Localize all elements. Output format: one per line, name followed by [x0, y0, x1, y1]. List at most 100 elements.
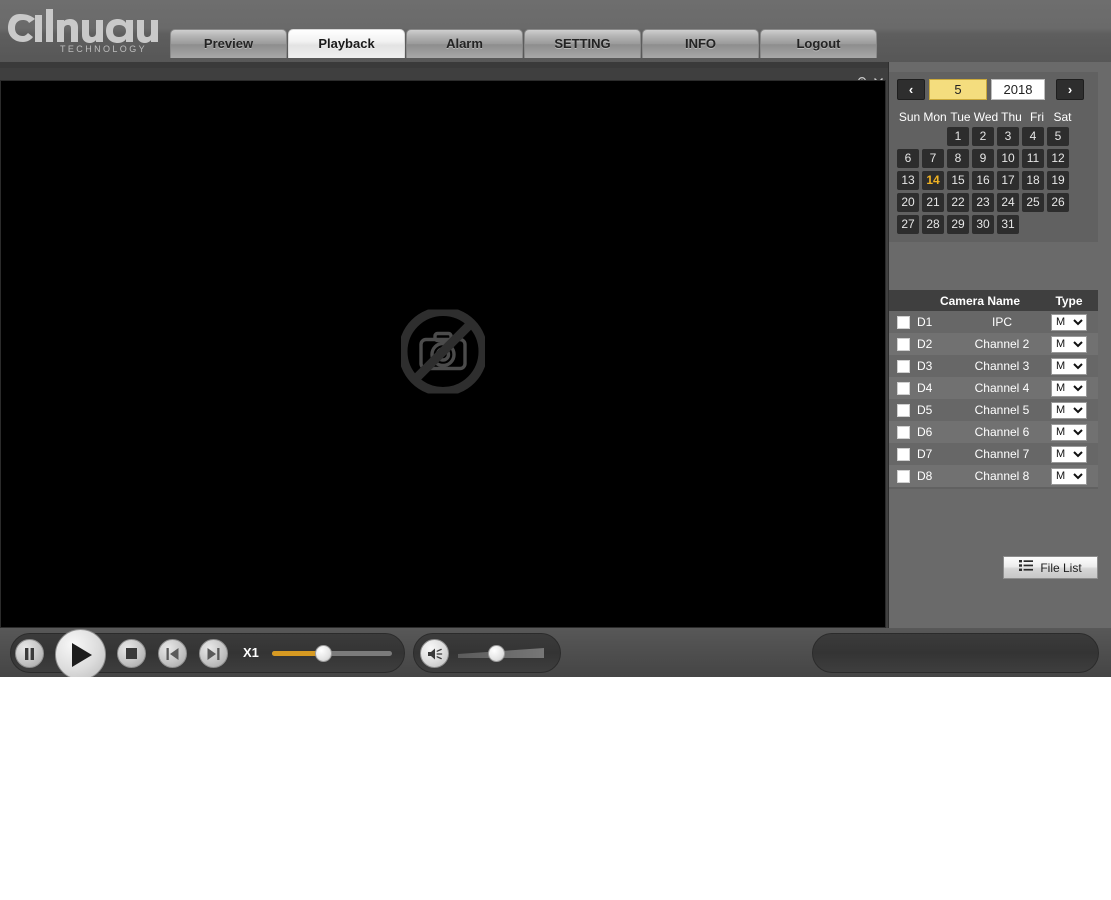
camera-checkbox-d5[interactable] — [896, 403, 910, 417]
calendar-empty-cell — [897, 127, 919, 146]
tab-preview[interactable]: Preview — [170, 29, 287, 58]
camera-type-select-d6[interactable]: M — [1051, 423, 1087, 441]
camera-checkbox-d1[interactable] — [896, 315, 910, 329]
calendar-weekday-sun: Sun — [898, 110, 921, 124]
calendar-day[interactable]: 26 — [1047, 193, 1069, 212]
calendar-day[interactable]: 25 — [1022, 193, 1044, 212]
calendar-day[interactable]: 10 — [997, 149, 1019, 168]
calendar-weekday-fri: Fri — [1030, 110, 1044, 124]
camera-checkbox-d3[interactable] — [896, 359, 910, 373]
camera-name: IPC — [991, 315, 1012, 329]
tab-logout[interactable]: Logout — [760, 29, 877, 58]
calendar-day[interactable]: 29 — [947, 215, 969, 234]
calendar-day[interactable]: 23 — [972, 193, 994, 212]
camera-header-type: Type — [1055, 293, 1083, 308]
calendar-day[interactable]: 15 — [947, 171, 969, 190]
camera-checkbox-cell — [889, 337, 917, 351]
calendar-day[interactable]: 5 — [1047, 127, 1069, 146]
camera-type-select-d3[interactable]: M — [1051, 357, 1087, 375]
camera-checkbox-d4[interactable] — [896, 381, 910, 395]
camera-type-select-d1[interactable]: M — [1051, 313, 1087, 331]
calendar-day[interactable]: 30 — [972, 215, 994, 234]
calendar-week-row: 13 14 15 16 17 18 19 — [897, 171, 1092, 190]
camera-name: Channel 5 — [974, 403, 1030, 417]
calendar-day[interactable]: 17 — [997, 171, 1019, 190]
calendar-day[interactable]: 7 — [922, 149, 944, 168]
calendar-week-row: 27 28 29 30 31 — [897, 215, 1092, 234]
camera-list-header: Camera Name Type — [889, 290, 1098, 311]
camera-name: Channel 3 — [974, 359, 1030, 373]
camera-type-select-d4[interactable]: M — [1051, 379, 1087, 397]
calendar-day[interactable]: 31 — [997, 215, 1019, 234]
calendar-day[interactable]: 20 — [897, 193, 919, 212]
calendar-day[interactable]: 19 — [1047, 171, 1069, 190]
camera-name: Channel 4 — [974, 381, 1030, 395]
calendar-day-selected[interactable]: 14 — [922, 171, 944, 190]
volume-slider-knob[interactable] — [488, 645, 505, 662]
calendar-day[interactable]: 27 — [897, 215, 919, 234]
calendar-day[interactable]: 21 — [922, 193, 944, 212]
calendar-day[interactable]: 18 — [1022, 171, 1044, 190]
camera-type-select-d7[interactable]: M — [1051, 445, 1087, 463]
camera-type-select-d2[interactable]: M — [1051, 335, 1087, 353]
calendar-weekday-header: Sun Mon Tue Wed Thu Fri Sat — [897, 110, 1092, 124]
camera-name: Channel 2 — [974, 337, 1030, 351]
calendar-day[interactable]: 11 — [1022, 149, 1044, 168]
calendar-day[interactable]: 12 — [1047, 149, 1069, 168]
pause-button[interactable] — [15, 639, 44, 668]
playback-speed-slider-track[interactable] — [272, 651, 392, 656]
calendar-day[interactable]: 3 — [997, 127, 1019, 146]
calendar-widget: ‹ 5 2018 › Sun Mon Tue Wed Thu Fri Sat 1234567… — [889, 72, 1098, 242]
volume-button[interactable] — [420, 639, 449, 668]
calendar-weekday-mon: Mon — [923, 110, 947, 124]
camera-checkbox-cell — [889, 359, 917, 373]
camera-checkbox-d8[interactable] — [896, 469, 910, 483]
calendar-day[interactable]: 22 — [947, 193, 969, 212]
camera-row: D2 Channel 2 M — [889, 333, 1098, 355]
calendar-day[interactable]: 9 — [972, 149, 994, 168]
calendar-day[interactable]: 13 — [897, 171, 919, 190]
camera-row: D4 Channel 4 M — [889, 377, 1098, 399]
camera-checkbox-cell — [889, 403, 917, 417]
camera-type-cell: M — [1043, 467, 1095, 485]
camera-type-select-d8[interactable]: M — [1051, 467, 1087, 485]
calendar-day[interactable]: 28 — [922, 215, 944, 234]
calendar-empty-cell — [1047, 215, 1069, 234]
calendar-day[interactable]: 24 — [997, 193, 1019, 212]
playback-speed-slider-knob[interactable] — [315, 645, 332, 662]
next-frame-button[interactable] — [199, 639, 228, 668]
camera-row: D1 IPC M — [889, 311, 1098, 333]
camera-row: D3 Channel 3 M — [889, 355, 1098, 377]
camera-type-cell: M — [1043, 357, 1095, 375]
calendar-day[interactable]: 16 — [972, 171, 994, 190]
calendar-day[interactable]: 8 — [947, 149, 969, 168]
calendar-day[interactable]: 6 — [897, 149, 919, 168]
tab-alarm[interactable]: Alarm — [406, 29, 523, 58]
calendar-empty-cell — [1022, 215, 1044, 234]
camera-list: Camera Name Type D1 IPC M D2 Channel 2 M D3 Cha… — [889, 290, 1098, 489]
calendar-prev-button[interactable]: ‹ — [897, 78, 925, 100]
tab-info[interactable]: INFO — [642, 29, 759, 58]
file-list-button[interactable]: File List — [1003, 556, 1098, 579]
calendar-day[interactable]: 1 — [947, 127, 969, 146]
calendar-year-field[interactable]: 2018 — [991, 78, 1045, 100]
camera-checkbox-d6[interactable] — [896, 425, 910, 439]
play-button[interactable] — [55, 629, 106, 680]
file-list-label: File List — [1040, 560, 1082, 575]
camera-type-cell: M — [1043, 379, 1095, 397]
tab-playback[interactable]: Playback — [288, 29, 405, 58]
stop-button[interactable] — [117, 639, 146, 668]
tab-setting[interactable]: SETTING — [524, 29, 641, 58]
video-canvas[interactable] — [0, 80, 886, 628]
camera-type-cell: M — [1043, 401, 1095, 419]
camera-type-select-d5[interactable]: M — [1051, 401, 1087, 419]
camera-checkbox-d7[interactable] — [896, 447, 910, 461]
previous-frame-button[interactable] — [158, 639, 187, 668]
camera-type-cell: M — [1043, 335, 1095, 353]
camera-checkbox-d2[interactable] — [896, 337, 910, 351]
camera-type-cell: M — [1043, 313, 1095, 331]
calendar-next-button[interactable]: › — [1056, 78, 1084, 100]
calendar-day[interactable]: 2 — [972, 127, 994, 146]
calendar-day[interactable]: 4 — [1022, 127, 1044, 146]
calendar-month-field[interactable]: 5 — [929, 78, 987, 100]
